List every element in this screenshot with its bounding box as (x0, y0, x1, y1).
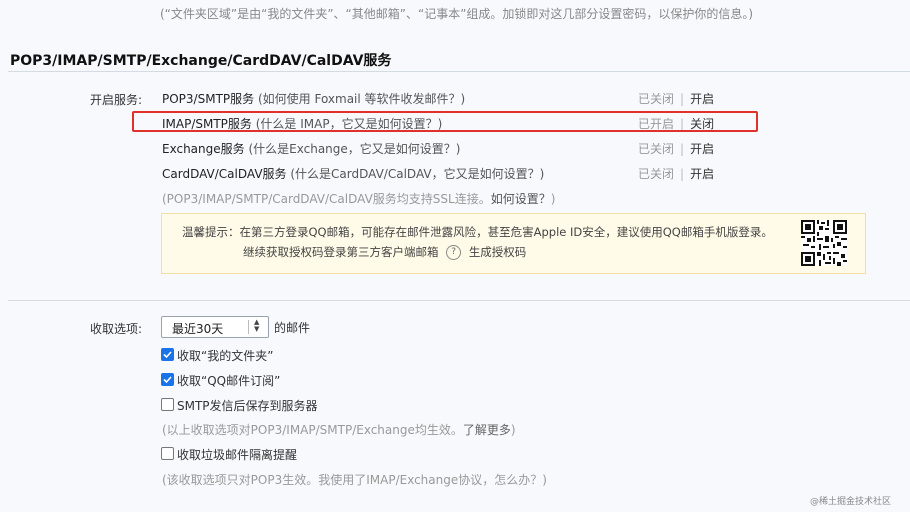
fetch-note-1: (以上收取选项对POP3/IMAP/SMTP/Exchange均生效。了解更多) (162, 421, 516, 438)
learn-more-link[interactable]: 了解更多 (463, 423, 511, 437)
status-label: 已关闭 (638, 92, 675, 106)
fetch-my-folders-checkbox[interactable] (161, 348, 174, 361)
folder-area-note: (“文件夹区域”是由“我的文件夹”、“其他邮箱”、“记事本”组成。加锁即对这几部… (160, 7, 754, 21)
service-help-link[interactable]: (什么是Exchange，它又是如何设置？) (248, 142, 460, 156)
fetch-note-1-suffix: ) (510, 423, 516, 437)
warning-line1: 温馨提示：在第三方登录QQ邮箱，可能存在邮件泄露风险，甚至危害Apple ID安… (182, 225, 773, 239)
fetch-note-1-text: (以上收取选项对POP3/IMAP/SMTP/Exchange均生效。 (162, 423, 463, 437)
service-row-carddav: CardDAV/CalDAV服务 (什么是CardDAV/CalDAV，它又是如… (162, 165, 544, 182)
service-row-pop3: POP3/SMTP服务 (如何使用 Foxmail 等软件收发邮件？) (162, 90, 465, 107)
status-label: 已关闭 (638, 142, 675, 156)
imap-highlight-box (132, 111, 758, 132)
section-title: POP3/IMAP/SMTP/Exchange/CardDAV/CalDAV服务 (10, 53, 392, 69)
section-divider-mid (8, 300, 910, 301)
ssl-note-text: (POP3/IMAP/SMTP/CardDAV/CalDAV服务均支持SSL连接… (162, 192, 491, 206)
ssl-note: (POP3/IMAP/SMTP/CardDAV/CalDAV服务均支持SSL连接… (162, 190, 555, 207)
select-arrows-icon: ▲ ▼ (254, 318, 260, 333)
toggle-pop3-button[interactable]: 开启 (690, 92, 714, 106)
toggle-carddav-button[interactable]: 开启 (690, 167, 714, 181)
ssl-howto-link[interactable]: 如何设置？ (491, 192, 551, 206)
service-name: Exchange服务 (162, 142, 245, 156)
service-help-link[interactable]: (如何使用 Foxmail 等软件收发邮件？) (258, 92, 465, 106)
generate-auth-code-link[interactable]: 生成授权码 (469, 245, 527, 259)
section-divider-top (8, 71, 910, 72)
fetch-range-select[interactable]: 最近30天 ▲ ▼ (161, 316, 269, 338)
ssl-note-suffix: ) (550, 192, 556, 206)
fetch-note-2: (该收取选项只对POP3生效。我使用了IMAP/Exchange协议，怎么办？) (162, 473, 547, 487)
service-row-exchange: Exchange服务 (什么是Exchange，它又是如何设置？) (162, 140, 460, 157)
help-icon[interactable]: ? (446, 245, 462, 260)
service-status-row-pop3: 已关闭 | 开启 (638, 92, 715, 106)
fetch-qq-subscription-checkbox[interactable] (161, 373, 174, 386)
service-name: POP3/SMTP服务 (162, 92, 255, 106)
fetch-range-value: 最近30天 (172, 322, 224, 336)
fetch-my-folders-label: 收取“我的文件夹” (177, 349, 274, 363)
services-label: 开启服务: (89, 93, 142, 107)
service-status-row-exchange: 已关闭 | 开启 (638, 142, 715, 156)
status-label: 已关闭 (638, 167, 675, 181)
service-name: CardDAV/CalDAV服务 (162, 167, 287, 181)
service-status-row-carddav: 已关闭 | 开启 (638, 167, 715, 181)
fetch-range-suffix: 的邮件 (274, 321, 311, 335)
smtp-save-sent-checkbox[interactable] (161, 398, 174, 411)
warning-line2: 继续获取授权码登录第三方客户端邮箱 ? 生成授权码 (243, 244, 526, 260)
fetch-qq-subscription-label: 收取“QQ邮件订阅” (177, 374, 281, 388)
fetch-label: 收取选项: (89, 322, 142, 336)
warning-line2-text: 继续获取授权码登录第三方客户端邮箱 (243, 245, 439, 259)
junk-isolation-checkbox[interactable] (161, 447, 174, 460)
qr-code-icon (801, 220, 847, 266)
watermark: @稀土掘金技术社区 (810, 497, 892, 507)
service-help-link[interactable]: (什么是CardDAV/CalDAV，它又是如何设置？) (290, 167, 544, 181)
toggle-exchange-button[interactable]: 开启 (690, 142, 714, 156)
junk-isolation-label: 收取垃圾邮件隔离提醒 (177, 448, 298, 462)
smtp-save-sent-label: SMTP发信后保存到服务器 (177, 399, 318, 413)
